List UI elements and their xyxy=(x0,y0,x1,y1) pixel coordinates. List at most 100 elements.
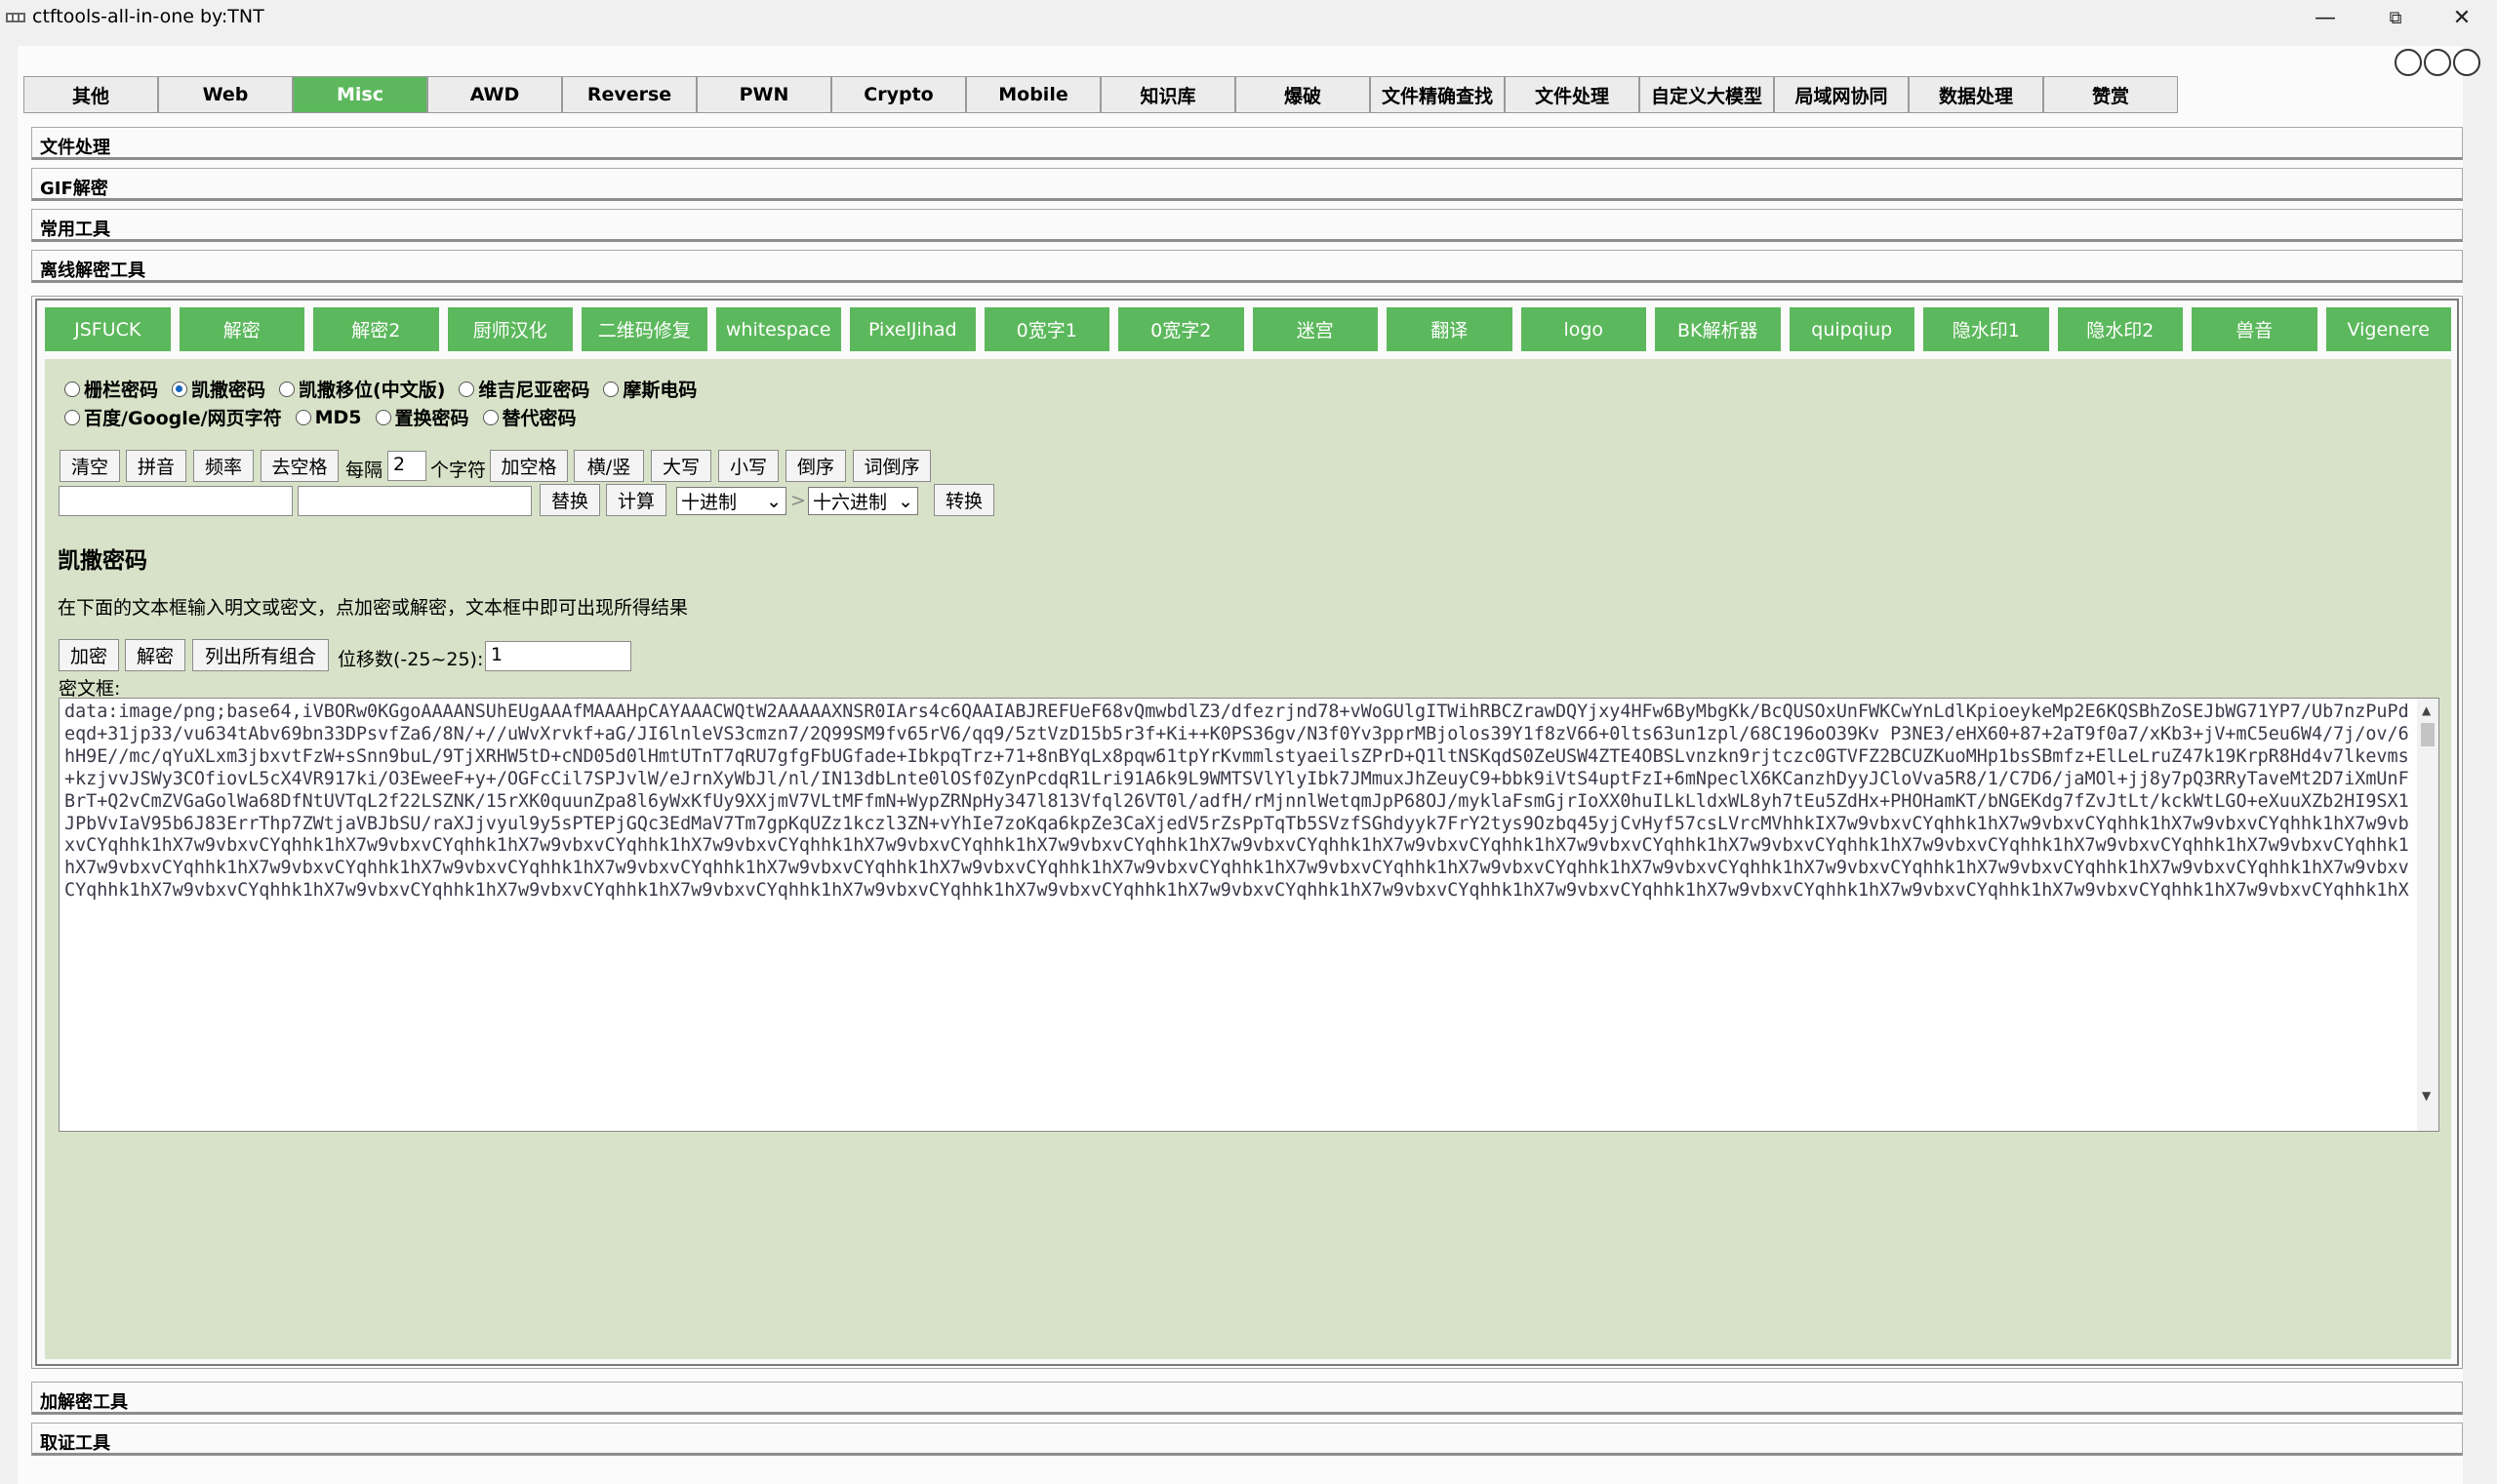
radio-transposition[interactable]: 置换密码 xyxy=(375,404,469,430)
trim-spaces-button[interactable]: 去空格 xyxy=(261,450,339,482)
replace-button[interactable]: 替换 xyxy=(540,484,600,516)
tab-donate[interactable]: 赞赏 xyxy=(2043,76,2178,113)
translate-button[interactable]: 翻译 xyxy=(1387,307,1512,351)
tab-reverse[interactable]: Reverse xyxy=(562,76,697,113)
radio-caesar[interactable]: 凯撒密码 xyxy=(172,376,265,402)
tab-data-processing[interactable]: 数据处理 xyxy=(1909,76,2043,113)
radio-substitution[interactable]: 替代密码 xyxy=(482,404,577,430)
scroll-up-icon[interactable]: ▲ xyxy=(2422,703,2431,717)
radio-web-chars-circle[interactable] xyxy=(64,409,80,425)
scrollbar-thumb[interactable] xyxy=(2421,723,2435,746)
radio-transposition-circle[interactable] xyxy=(375,409,391,425)
radio-caesar-cn[interactable]: 凯撒移位(中文版) xyxy=(279,376,445,402)
add-space-button[interactable]: 加空格 xyxy=(490,450,568,482)
maze-button[interactable]: 迷宫 xyxy=(1252,307,1378,351)
maximize-icon[interactable]: ⧉ xyxy=(2360,0,2431,35)
replace-to-input[interactable] xyxy=(298,486,532,516)
section-file-processing[interactable]: 文件处理 xyxy=(31,127,2463,160)
bk-parser-button[interactable]: BK解析器 xyxy=(1655,307,1781,351)
decrypt-tool-button[interactable]: 解密 xyxy=(179,307,304,351)
section-common-tools[interactable]: 常用工具 xyxy=(31,209,2463,242)
every-label: 每隔 xyxy=(345,460,383,481)
tab-lan-collab[interactable]: 局域网协同 xyxy=(1774,76,1909,113)
radio-md5[interactable]: MD5 xyxy=(295,407,362,428)
decrypt-button[interactable]: 解密 xyxy=(125,639,185,671)
radio-morse[interactable]: 摩斯电码 xyxy=(603,376,697,402)
horizontal-vertical-button[interactable]: 横/竖 xyxy=(574,450,644,482)
replace-from-input[interactable] xyxy=(59,486,293,516)
list-all-button[interactable]: 列出所有组合 xyxy=(192,639,329,671)
clear-button[interactable]: 清空 xyxy=(60,450,120,482)
radio-label: 百度/Google/网页字符 xyxy=(84,408,282,429)
scroll-down-icon[interactable]: ▼ xyxy=(2422,1089,2431,1103)
from-base-select[interactable]: 十进制 ⌄ xyxy=(676,487,786,515)
tab-mobile[interactable]: Mobile xyxy=(966,76,1101,113)
pinyin-button[interactable]: 拼音 xyxy=(126,450,186,482)
tab-bruteforce[interactable]: 爆破 xyxy=(1235,76,1370,113)
tab-pwn[interactable]: PWN xyxy=(697,76,831,113)
shift-input[interactable]: 1 xyxy=(485,641,631,671)
close-icon[interactable]: ✕ xyxy=(2427,0,2497,35)
whitespace-button[interactable]: whitespace xyxy=(715,307,841,351)
radio-vigenere[interactable]: 维吉尼亚密码 xyxy=(459,376,589,402)
tab-knowledge[interactable]: 知识库 xyxy=(1101,76,1235,113)
radio-md5-circle[interactable] xyxy=(295,409,311,425)
decrypt2-tool-button[interactable]: 解密2 xyxy=(313,307,439,351)
beast-speak-button[interactable]: 兽音 xyxy=(2192,307,2317,351)
word-reverse-button[interactable]: 词倒序 xyxy=(853,450,931,482)
lowercase-button[interactable]: 小写 xyxy=(718,450,779,482)
encrypt-button[interactable]: 加密 xyxy=(59,639,119,671)
radio-caesar-circle[interactable] xyxy=(172,381,188,397)
tab-misc[interactable]: Misc xyxy=(293,76,427,113)
zero-width2-button[interactable]: 0宽字2 xyxy=(1118,307,1244,351)
reverse-button[interactable]: 倒序 xyxy=(785,450,846,482)
radio-morse-circle[interactable] xyxy=(603,381,620,397)
radio-label: 凯撒移位(中文版) xyxy=(299,380,446,401)
tab-awd[interactable]: AWD xyxy=(427,76,562,113)
uppercase-button[interactable]: 大写 xyxy=(651,450,711,482)
textarea-scrollbar[interactable]: ▲ ▼ xyxy=(2417,699,2438,1131)
tab-file-processing[interactable]: 文件处理 xyxy=(1505,76,1639,113)
quipqiup-button[interactable]: quipqiup xyxy=(1789,307,1914,351)
section-gif-decrypt[interactable]: GIF解密 xyxy=(31,168,2463,201)
zero-width1-button[interactable]: 0宽字1 xyxy=(984,307,1109,351)
watermark1-button[interactable]: 隐水印1 xyxy=(1923,307,2049,351)
tab-file-search[interactable]: 文件精确查找 xyxy=(1370,76,1505,113)
calculate-button[interactable]: 计算 xyxy=(606,484,666,516)
tab-bar: 其他 Web Misc AWD Reverse PWN Crypto Mobil… xyxy=(23,76,2178,113)
title-bar: ctftools-all-in-one by:TNT — ⧉ ✕ xyxy=(0,0,2497,35)
tab-crypto[interactable]: Crypto xyxy=(831,76,966,113)
tab-custom-llm[interactable]: 自定义大模型 xyxy=(1639,76,1774,113)
minimize-icon[interactable]: — xyxy=(2290,0,2360,35)
cipher-textarea[interactable]: data:image/png;base64,iVBORw0KGgoAAAANSU… xyxy=(59,698,2439,1132)
cipher-text[interactable]: data:image/png;base64,iVBORw0KGgoAAAANSU… xyxy=(64,702,2418,1131)
logo-button[interactable]: logo xyxy=(1520,307,1646,351)
to-base-select[interactable]: 十六进制 ⌄ xyxy=(808,487,918,515)
radio-web-chars[interactable]: 百度/Google/网页字符 xyxy=(64,404,282,430)
app-icon xyxy=(6,13,25,22)
section-forensics[interactable]: 取证工具 xyxy=(31,1423,2463,1456)
section-offline-decrypt[interactable]: 离线解密工具 xyxy=(31,250,2463,283)
qrcode-repair-button[interactable]: 二维码修复 xyxy=(582,307,707,351)
frequency-button[interactable]: 频率 xyxy=(193,450,254,482)
vigenere-button[interactable]: Vigenere xyxy=(2325,307,2451,351)
pixeljihad-button[interactable]: PixelJihad xyxy=(850,307,976,351)
window-title: ctftools-all-in-one by:TNT xyxy=(32,6,264,27)
convert-button[interactable]: 转换 xyxy=(934,484,994,516)
from-base-value: 十进制 xyxy=(681,492,738,513)
jsfuck-button[interactable]: JSFUCK xyxy=(45,307,171,351)
watermark2-button[interactable]: 隐水印2 xyxy=(2057,307,2183,351)
section-encrypt-decrypt[interactable]: 加解密工具 xyxy=(31,1382,2463,1415)
radio-rail-fence[interactable]: 栅栏密码 xyxy=(64,376,158,402)
radio-caesar-cn-circle[interactable] xyxy=(279,381,296,397)
cipher-type-row1: 栅栏密码 凯撒密码 凯撒移位(中文版) 维吉尼亚密码 摩斯电码 xyxy=(64,376,697,402)
cyberchef-button[interactable]: 厨师汉化 xyxy=(447,307,573,351)
radio-substitution-circle[interactable] xyxy=(482,409,499,425)
radio-vigenere-circle[interactable] xyxy=(459,381,475,397)
radio-rail-fence-circle[interactable] xyxy=(64,381,80,397)
tab-other[interactable]: 其他 xyxy=(23,76,158,113)
interval-input[interactable]: 2 xyxy=(387,451,426,481)
tab-web[interactable]: Web xyxy=(158,76,293,113)
cipher-tool-area: 栅栏密码 凯撒密码 凯撒移位(中文版) 维吉尼亚密码 摩斯电码 百度/Googl… xyxy=(45,359,2451,1359)
radio-label: 维吉尼亚密码 xyxy=(478,380,590,401)
